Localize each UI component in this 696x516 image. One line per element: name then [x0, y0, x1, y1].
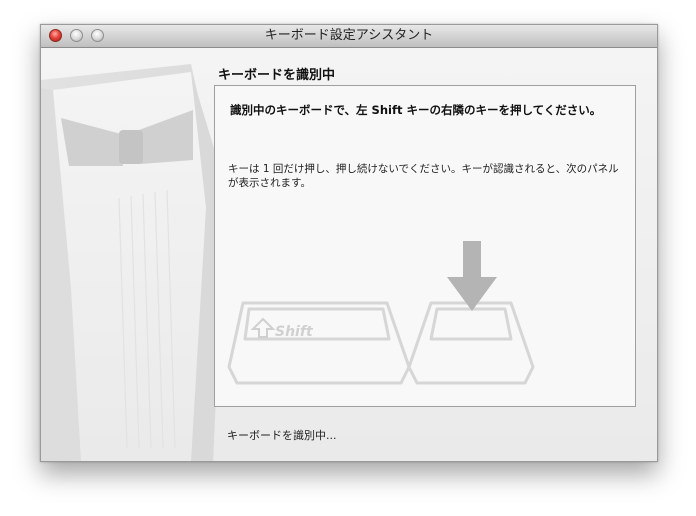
instruction-text: 識別中のキーボードで、左 Shift キーの右隣のキーを押してください。: [230, 103, 602, 117]
instruction-panel: 識別中のキーボードで、左 Shift キーの右隣のキーを押してください。 キーは…: [214, 85, 636, 407]
section-title: キーボードを識別中: [218, 68, 336, 83]
shift-key-label: Shift: [275, 324, 314, 340]
window-content: キーボードを識別中 識別中のキーボードで、左 Shift キーの右隣のキーを押し…: [41, 48, 657, 461]
tuxedo-illustration: [41, 64, 226, 461]
title-bar[interactable]: キーボード設定アシスタント: [41, 25, 657, 48]
status-text: キーボードを識別中...: [227, 429, 337, 442]
keyboard-keys-illustration: Shift: [227, 241, 535, 385]
shift-key: [227, 301, 411, 385]
note-text: キーは 1 回だけ押し、押し続けないでください。キーが認識されると、次のパネルが…: [228, 163, 619, 189]
target-key: [407, 301, 535, 385]
assistant-window: キーボード設定アシスタント キーボードを識別中 識別中のキーボードで、左 Shi…: [40, 24, 658, 462]
window-title: キーボード設定アシスタント: [264, 28, 434, 43]
shift-arrow-icon: [250, 317, 276, 338]
down-arrow-icon: [447, 241, 497, 311]
